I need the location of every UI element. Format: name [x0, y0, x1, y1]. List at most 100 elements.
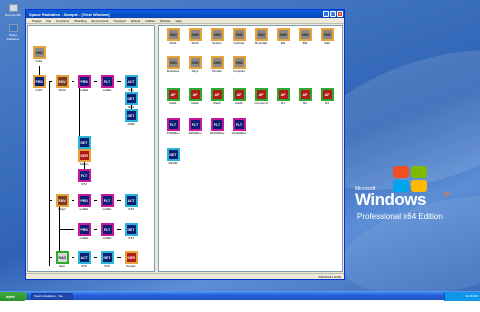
palette-node[interactable]: SHD Business: [163, 56, 183, 73]
tree-node[interactable]: PRD LeftE1: [74, 194, 94, 211]
palette-node[interactable]: FLT G1000Mev: [229, 118, 249, 135]
window-titlebar[interactable]: Space Radiation - Sample - [View Window]…: [26, 10, 344, 18]
palette-node[interactable]: AP R3: [317, 88, 337, 105]
tree-node[interactable]: FLT ST2: [74, 169, 94, 186]
palette-node[interactable]: FLT E300Mev: [185, 118, 205, 135]
palette-node[interactable]: AP Rad2: [185, 88, 205, 105]
palette-pane[interactable]: SHD Shd1 SHD Shd2 SHD Sphere SHD Cylinder SHD Bou…: [158, 25, 343, 272]
component-icon: FLT: [166, 118, 180, 131]
component-icon: SHD: [276, 28, 290, 41]
desktop-icon-recycle-bin[interactable]: Recycle Bin: [4, 4, 22, 17]
tree-node[interactable]: KER Supply: [121, 251, 141, 268]
palette-node[interactable]: SHD Slab: [317, 28, 337, 45]
menu-item-functions[interactable]: Functions: [56, 19, 69, 23]
node-label: H1000Mev: [209, 131, 225, 135]
component-icon: SHD: [32, 46, 46, 59]
logo-xp: xp: [443, 191, 451, 198]
tree-node[interactable]: ACT ST3: [121, 194, 141, 211]
component-icon: FLT: [77, 169, 91, 182]
tree-node[interactable]: KER Stdam: [74, 149, 94, 166]
tree-node[interactable]: ACT ST5: [74, 251, 94, 268]
tree-node[interactable]: DET Rad: [121, 92, 141, 109]
palette-node[interactable]: SHD Boundall: [251, 28, 271, 45]
taskbar-item-space-radiation[interactable]: Space Radiation - Sa...: [31, 293, 73, 300]
tree-node[interactable]: ENV Stay1: [52, 194, 72, 211]
menu-item-environment[interactable]: Environment: [92, 19, 109, 23]
palette-node[interactable]: AP Rad4: [229, 88, 249, 105]
node-label: Double: [212, 69, 222, 73]
palette-node[interactable]: SHD Cylinder: [229, 28, 249, 45]
palette-node[interactable]: AP R2: [295, 88, 315, 105]
menu-item-transport[interactable]: Transport: [113, 19, 126, 23]
logo-windows: Windows: [355, 190, 426, 209]
maximize-button[interactable]: □: [330, 11, 336, 17]
node-label: LeftE1: [79, 236, 89, 240]
tree-node[interactable]: SHD Cub1: [29, 46, 49, 63]
palette-node[interactable]: SHD Shd1: [163, 28, 183, 45]
component-icon: RAD: [55, 251, 69, 264]
windows-xp-logo: Microsoft Windows xp Professional x64 Ed…: [355, 166, 475, 226]
connector-line: [59, 229, 74, 230]
tree-pane[interactable]: SHD Cub1 PRD Cub1 ENV Shd2 PRD LeftE1 FLT LeftE2 A…: [27, 25, 155, 272]
component-icon: AP: [276, 88, 290, 101]
tree-node[interactable]: ACT ST1: [121, 75, 141, 92]
component-icon: SHD: [210, 56, 224, 69]
logo-edition: Professional x64 Edition: [357, 212, 443, 221]
palette-node[interactable]: SHD Double: [207, 56, 227, 73]
palette-node[interactable]: SHD Sky1: [185, 56, 205, 73]
component-icon: FLT: [100, 75, 114, 88]
tree-node[interactable]: DET ST4: [121, 223, 141, 240]
component-icon: SHD: [166, 56, 180, 69]
tree-node[interactable]: FLT LeftE2: [97, 223, 117, 240]
palette-node[interactable]: AP Rad3: [207, 88, 227, 105]
palette-node[interactable]: SHD Bf2: [295, 28, 315, 45]
node-label: ST4: [128, 236, 134, 240]
menu-item-project[interactable]: Project: [32, 19, 41, 23]
tree-node[interactable]: PRD Cub1: [29, 75, 49, 92]
tree-node[interactable]: DET ST5: [97, 251, 117, 268]
node-label: Slab: [323, 41, 330, 45]
palette-node[interactable]: SHD Shd2: [185, 28, 205, 45]
menu-item-window[interactable]: Window: [160, 19, 171, 23]
component-icon: AP: [298, 88, 312, 101]
tree-node[interactable]: PRD LeftE1: [74, 75, 94, 92]
palette-node[interactable]: FLT H1000Mev: [207, 118, 227, 135]
palette-node[interactable]: AP R1: [273, 88, 293, 105]
close-button[interactable]: ×: [337, 11, 343, 17]
node-label: Bf1: [280, 41, 286, 45]
menu-item-file[interactable]: File: [46, 19, 51, 23]
node-label: ST2: [81, 182, 87, 186]
menu-bar: Project File Functions Shielding Environment…: [26, 18, 344, 24]
component-icon: AP: [188, 88, 202, 101]
component-icon: DET: [124, 92, 138, 105]
menu-item-help[interactable]: Help: [176, 19, 182, 23]
desktop-icon-space-radiation[interactable]: Space Radiation: [4, 24, 22, 41]
tree-node[interactable]: RAD Earl: [52, 251, 72, 268]
component-icon: SHD: [232, 56, 246, 69]
palette-node[interactable]: AP Compund: [251, 88, 271, 105]
palette-node[interactable]: FLT P100Mev: [163, 118, 183, 135]
taskbar: start Space Radiation - Sa... 11:00 AM: [0, 291, 480, 301]
node-label: R3: [325, 101, 329, 105]
palette-node[interactable]: DET Rk100: [163, 148, 183, 165]
menu-item-utilities[interactable]: Utilities: [145, 19, 155, 23]
node-label: E300Mev: [188, 131, 202, 135]
tree-node[interactable]: FLT LeftE2: [97, 75, 117, 92]
desktop: Recycle Bin Space Radiation Microsoft Wi…: [0, 0, 480, 312]
minimize-button[interactable]: _: [323, 11, 329, 17]
component-icon: SHD: [254, 28, 268, 41]
menu-item-shielding[interactable]: Shielding: [74, 19, 86, 23]
tree-node[interactable]: FLT LeftE2: [97, 194, 117, 211]
palette-node[interactable]: AP Rad1: [163, 88, 183, 105]
palette-node[interactable]: SHD Sphere: [207, 28, 227, 45]
tree-node[interactable]: DET DHM: [121, 109, 141, 126]
menu-item-effects[interactable]: Effects: [131, 19, 140, 23]
tree-node[interactable]: ENV Shd2: [52, 75, 72, 92]
component-icon: ACT: [124, 75, 138, 88]
component-icon: FLT: [100, 223, 114, 236]
component-icon: DET: [77, 136, 91, 149]
component-icon: AP: [254, 88, 268, 101]
palette-node[interactable]: SHD Bf1: [273, 28, 293, 45]
palette-node[interactable]: SHD Complex: [229, 56, 249, 73]
tree-node[interactable]: PRD LeftE1: [74, 223, 94, 240]
